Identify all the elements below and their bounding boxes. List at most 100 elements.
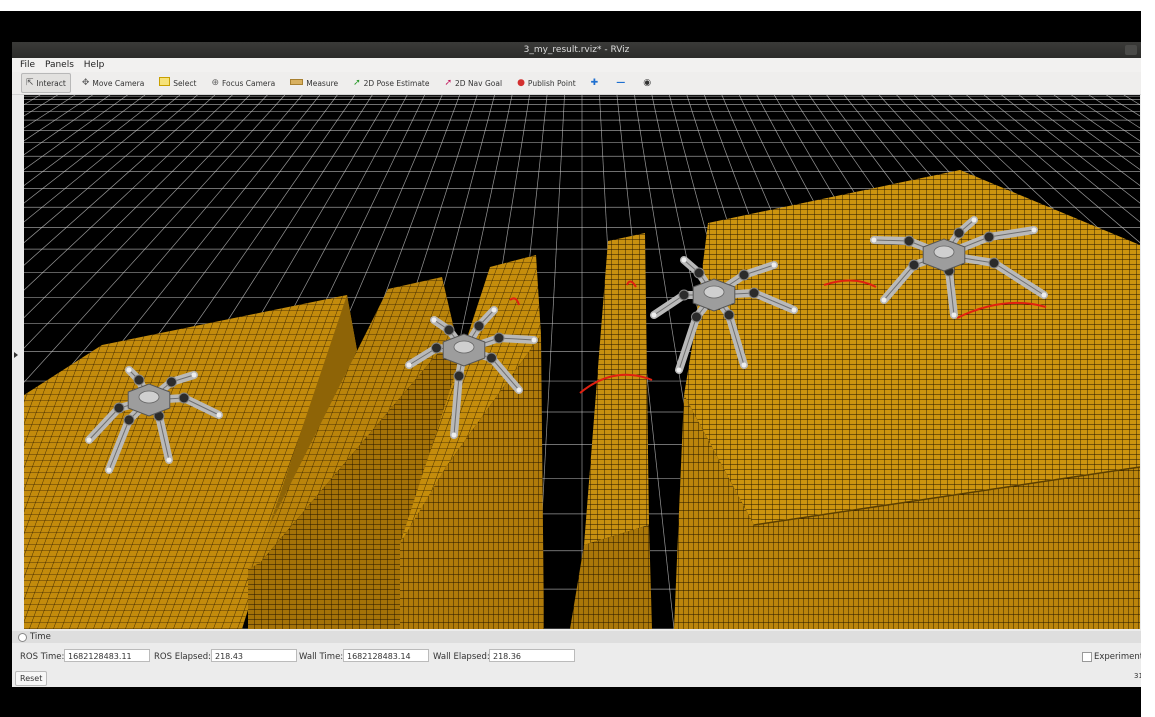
- robot-foot: [191, 372, 197, 378]
- publish-point-tool-button[interactable]: ● Publish Point: [513, 74, 580, 92]
- pose-estimate-icon: ➚: [353, 78, 361, 88]
- robot-foot: [86, 437, 92, 443]
- robot-foot: [166, 457, 172, 463]
- robot-foot: [676, 367, 682, 373]
- robot-foot: [516, 387, 522, 393]
- robot-joint: [748, 287, 760, 299]
- experimental-label: Experiment: [1094, 652, 1141, 662]
- robot-joint: [443, 324, 455, 336]
- robot-joint: [473, 320, 485, 332]
- robot-joint: [723, 309, 735, 321]
- robot-body-top: [453, 340, 475, 354]
- select-tool-button[interactable]: Select: [155, 74, 200, 92]
- robot-joint: [678, 289, 690, 301]
- rviz-window: 3_my_result.rviz* - RViz File Panels Hel…: [12, 42, 1141, 687]
- measure-icon: [290, 78, 304, 88]
- fps-readout: 31: [1134, 672, 1141, 680]
- robot-joint: [166, 376, 177, 388]
- robot-foot: [431, 317, 437, 323]
- robot-foot: [1031, 227, 1037, 233]
- robot-foot: [406, 362, 412, 368]
- interact-icon: ⇱: [26, 78, 34, 88]
- robot-joint: [908, 259, 920, 271]
- top-black-border: [0, 11, 1141, 42]
- select-icon: [159, 77, 171, 89]
- nav-goal-tool-button[interactable]: ➚ 2D Nav Goal: [440, 74, 506, 92]
- robot-foot: [791, 307, 797, 313]
- robot-body-top: [933, 245, 955, 259]
- robot-foot: [871, 237, 877, 243]
- collapsed-panel-strip[interactable]: [12, 95, 24, 629]
- add-tool-icon: ✚: [590, 78, 599, 88]
- wall-elapsed-field[interactable]: 218.36: [489, 649, 575, 662]
- robot-joint: [953, 227, 965, 239]
- camera-type-icon: ◉: [643, 78, 652, 88]
- robot-foot: [126, 367, 132, 373]
- robot-joint: [123, 414, 135, 426]
- focus-camera-icon: ⊕: [211, 78, 219, 88]
- window-close-button[interactable]: [1125, 45, 1137, 55]
- remove-tool-icon: —: [616, 78, 626, 88]
- time-panel-title: Time: [30, 632, 51, 642]
- robot-foot: [491, 307, 497, 313]
- robot-foot: [451, 432, 457, 438]
- robot-joint: [133, 374, 145, 386]
- tool-bar: ⇱ Interact ✥ Move Camera Select ⊕ Focus …: [12, 72, 1141, 95]
- robot-joint: [453, 370, 465, 382]
- measure-tool-button[interactable]: Measure: [286, 74, 342, 92]
- focus-camera-tool-button[interactable]: ⊕ Focus Camera: [207, 74, 279, 92]
- pose-estimate-tool-button[interactable]: ➚ 2D Pose Estimate: [349, 74, 433, 92]
- bottom-black-border: [0, 687, 1141, 717]
- remove-tool-button[interactable]: —: [612, 74, 632, 92]
- robot-joint: [691, 311, 702, 323]
- robot-foot: [681, 257, 687, 263]
- robot-foot: [951, 312, 957, 318]
- robot-joint: [431, 342, 442, 354]
- menu-bar: File Panels Help: [12, 58, 1141, 72]
- robot-joint: [988, 257, 1000, 269]
- robot-joint: [486, 352, 497, 364]
- window-title: 3_my_result.rviz* - RViz: [523, 45, 630, 55]
- left-black-border: [0, 11, 12, 717]
- robot-joint: [738, 269, 750, 281]
- time-panel: Time ROS Time: 1682128483.11 ROS Elapsed…: [12, 630, 1141, 687]
- menu-panels[interactable]: Panels: [45, 60, 74, 70]
- render-canvas[interactable]: [24, 95, 1140, 629]
- wall-elapsed-label: Wall Elapsed:: [433, 652, 490, 662]
- robot-foot: [741, 362, 747, 368]
- ros-time-label: ROS Time:: [20, 652, 65, 662]
- publish-point-icon: ●: [517, 78, 525, 88]
- ros-elapsed-field[interactable]: 218.43: [211, 649, 297, 662]
- robot-foot: [971, 217, 977, 223]
- 3d-render-viewport[interactable]: [24, 95, 1140, 629]
- menu-file[interactable]: File: [20, 60, 35, 70]
- robot-joint: [693, 267, 705, 279]
- camera-type-button[interactable]: ◉: [639, 74, 658, 92]
- interact-tool-button[interactable]: ⇱ Interact: [21, 73, 71, 93]
- robot-foot: [216, 412, 222, 418]
- robot-foot: [531, 337, 537, 343]
- robot-foot: [1041, 292, 1047, 298]
- time-panel-toggle-icon[interactable]: [18, 633, 27, 642]
- wall-time-label: Wall Time:: [299, 652, 344, 662]
- add-tool-button[interactable]: ✚: [587, 74, 606, 92]
- move-camera-icon: ✥: [81, 78, 90, 88]
- ros-time-field[interactable]: 1682128483.11: [64, 649, 150, 662]
- robot-joint: [178, 392, 190, 404]
- robot-foot: [881, 297, 887, 303]
- menu-help[interactable]: Help: [84, 60, 105, 70]
- time-panel-header[interactable]: Time: [12, 631, 1141, 643]
- move-camera-tool-button[interactable]: ✥ Move Camera: [78, 74, 148, 92]
- robot-joint: [983, 231, 995, 243]
- robot-joint: [113, 402, 125, 414]
- expand-panel-arrow-icon[interactable]: [14, 352, 18, 358]
- ros-elapsed-label: ROS Elapsed:: [154, 652, 211, 662]
- experimental-checkbox[interactable]: [1082, 652, 1092, 662]
- robot-body-top: [138, 390, 160, 404]
- wall-time-field[interactable]: 1682128483.14: [343, 649, 429, 662]
- reset-button[interactable]: Reset: [15, 671, 48, 686]
- robot-foot: [651, 312, 657, 318]
- nav-goal-icon: ➚: [444, 78, 453, 88]
- robot-body-top: [703, 285, 725, 299]
- window-titlebar[interactable]: 3_my_result.rviz* - RViz: [12, 42, 1141, 58]
